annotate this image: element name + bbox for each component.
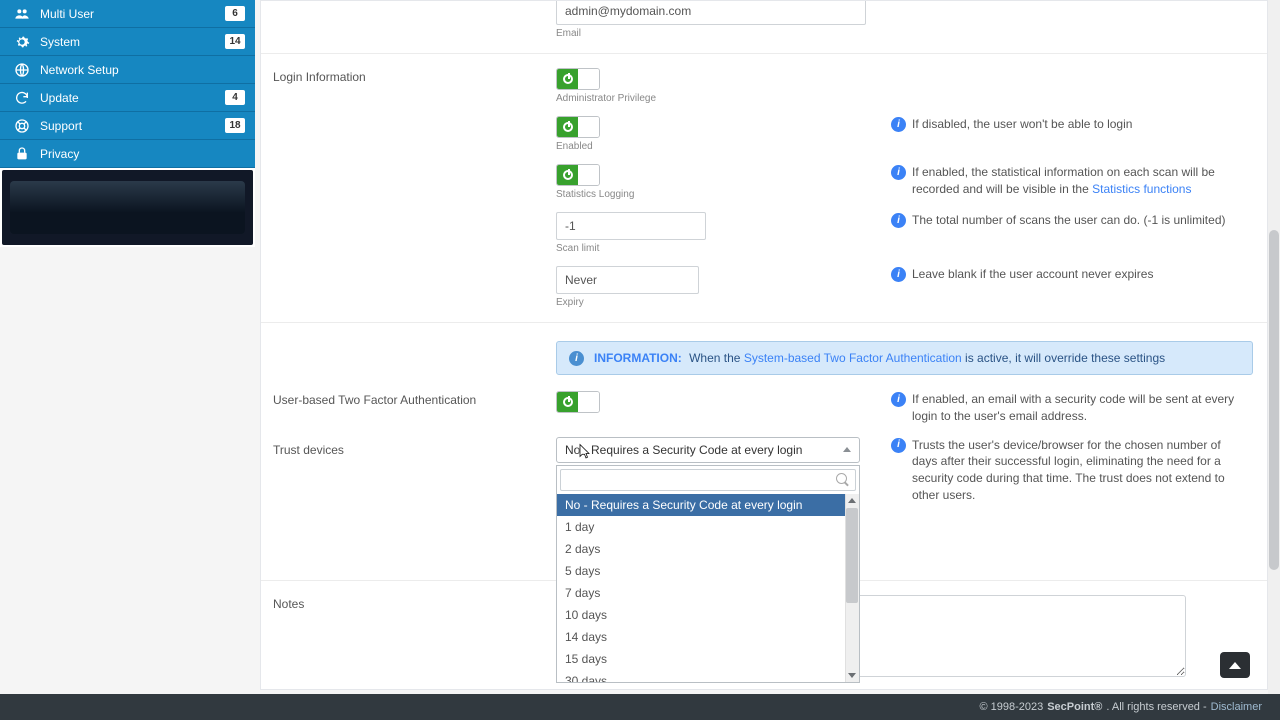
sidebar-item-label: Network Setup bbox=[40, 63, 119, 77]
enabled-help: If disabled, the user won't be able to l… bbox=[912, 116, 1132, 133]
trust-dropdown-list: No - Requires a Security Code at every l… bbox=[557, 494, 859, 682]
info-icon bbox=[891, 213, 906, 228]
info-icon bbox=[891, 267, 906, 282]
toggle-enabled[interactable] bbox=[556, 116, 600, 138]
info-icon bbox=[891, 117, 906, 132]
lock-icon bbox=[14, 146, 30, 162]
toggle-admin-privilege[interactable] bbox=[556, 68, 600, 90]
trust-option[interactable]: 10 days bbox=[557, 604, 845, 626]
sidebar-badge: 18 bbox=[225, 118, 245, 133]
sidebar-item-label: Support bbox=[40, 119, 82, 133]
footer: © 1998-2023 SecPoint® . All rights reser… bbox=[0, 694, 1280, 720]
expiry-help: Leave blank if the user account never ex… bbox=[912, 266, 1153, 283]
trust-option[interactable]: 1 day bbox=[557, 516, 845, 538]
sidebar-item-update[interactable]: Update 4 bbox=[0, 84, 255, 112]
power-icon bbox=[563, 74, 573, 84]
scan-limit-field[interactable] bbox=[556, 212, 706, 240]
trust-option[interactable]: 30 days bbox=[557, 670, 845, 682]
info-banner-label: INFORMATION: bbox=[594, 351, 682, 365]
expiry-sublabel: Expiry bbox=[556, 297, 891, 308]
scroll-thumb[interactable] bbox=[846, 508, 858, 603]
toggle-user-2fa[interactable] bbox=[556, 391, 600, 413]
content-panel: Email Login Information Administrator Pr… bbox=[260, 0, 1268, 690]
trust-option[interactable]: 7 days bbox=[557, 582, 845, 604]
search-icon bbox=[836, 473, 849, 486]
trust-dropdown-panel: No - Requires a Security Code at every l… bbox=[556, 465, 860, 683]
sidebar-item-label: Update bbox=[40, 91, 79, 105]
email-sublabel: Email bbox=[556, 28, 891, 39]
chevron-up-icon bbox=[843, 447, 851, 452]
power-icon bbox=[563, 122, 573, 132]
system-2fa-link[interactable]: System-based Two Factor Authentication bbox=[744, 351, 962, 365]
stats-functions-link[interactable]: Statistics functions bbox=[1092, 182, 1191, 196]
section-notes: Notes bbox=[261, 595, 556, 611]
sidebar-item-label: Multi User bbox=[40, 7, 94, 21]
trust-help: Trusts the user's device/browser for the… bbox=[912, 437, 1247, 504]
enabled-sublabel: Enabled bbox=[556, 141, 891, 152]
power-icon bbox=[563, 397, 573, 407]
device-image bbox=[2, 170, 253, 245]
lifebuoy-icon bbox=[14, 118, 30, 134]
sidebar-badge: 6 bbox=[225, 6, 245, 21]
sidebar-item-network-setup[interactable]: Network Setup bbox=[0, 56, 255, 84]
sidebar-badge: 14 bbox=[225, 34, 245, 49]
refresh-icon bbox=[14, 90, 30, 106]
email-field[interactable] bbox=[556, 0, 866, 25]
trust-dropdown-search[interactable] bbox=[560, 469, 856, 491]
trust-option[interactable]: 2 days bbox=[557, 538, 845, 560]
power-icon bbox=[563, 170, 573, 180]
sidebar-item-multi-user[interactable]: Multi User 6 bbox=[0, 0, 255, 28]
section-trust-devices: Trust devices bbox=[261, 437, 556, 457]
scan-limit-sublabel: Scan limit bbox=[556, 243, 891, 254]
scroll-up-icon[interactable] bbox=[848, 498, 856, 503]
sidebar-item-label: System bbox=[40, 35, 80, 49]
sidebar-item-support[interactable]: Support 18 bbox=[0, 112, 255, 140]
info-icon bbox=[569, 351, 584, 366]
expiry-field[interactable] bbox=[556, 266, 699, 294]
info-banner: INFORMATION: When the System-based Two F… bbox=[556, 341, 1253, 375]
scan-limit-help: The total number of scans the user can d… bbox=[912, 212, 1225, 229]
footer-brand: SecPoint® bbox=[1047, 701, 1102, 713]
gear-icon bbox=[14, 34, 30, 50]
sidebar: Multi User 6 System 14 Network Setup Upd… bbox=[0, 0, 255, 247]
network-icon bbox=[14, 62, 30, 78]
sidebar-item-privacy[interactable]: Privacy bbox=[0, 140, 255, 168]
trust-option[interactable]: 5 days bbox=[557, 560, 845, 582]
stats-sublabel: Statistics Logging bbox=[556, 189, 891, 200]
scroll-to-top-button[interactable] bbox=[1220, 652, 1250, 678]
users-icon bbox=[14, 6, 30, 22]
page-scroll-thumb[interactable] bbox=[1269, 230, 1279, 570]
admin-priv-sublabel: Administrator Privilege bbox=[556, 93, 891, 104]
section-user-2fa: User-based Two Factor Authentication bbox=[261, 391, 556, 425]
trust-option[interactable]: No - Requires a Security Code at every l… bbox=[557, 494, 845, 516]
section-login-info: Login Information bbox=[261, 68, 556, 104]
dropdown-scrollbar[interactable] bbox=[845, 494, 859, 682]
info-icon bbox=[891, 392, 906, 407]
twofa-help: If enabled, an email with a security cod… bbox=[912, 391, 1247, 425]
sidebar-item-system[interactable]: System 14 bbox=[0, 28, 255, 56]
disclaimer-link[interactable]: Disclaimer bbox=[1211, 701, 1262, 713]
sidebar-item-label: Privacy bbox=[40, 147, 79, 161]
sidebar-badge: 4 bbox=[225, 90, 245, 105]
toggle-stats-logging[interactable] bbox=[556, 164, 600, 186]
info-icon bbox=[891, 165, 906, 180]
stats-help: If enabled, the statistical information … bbox=[912, 164, 1247, 198]
trust-option[interactable]: 15 days bbox=[557, 648, 845, 670]
page-scrollbar[interactable] bbox=[1268, 0, 1280, 694]
trust-devices-select[interactable]: No - Requires a Security Code at every l… bbox=[556, 437, 891, 463]
scroll-down-icon[interactable] bbox=[848, 673, 856, 678]
info-icon bbox=[891, 438, 906, 453]
trust-selected-value: No - Requires a Security Code at every l… bbox=[565, 443, 802, 457]
trust-option[interactable]: 14 days bbox=[557, 626, 845, 648]
